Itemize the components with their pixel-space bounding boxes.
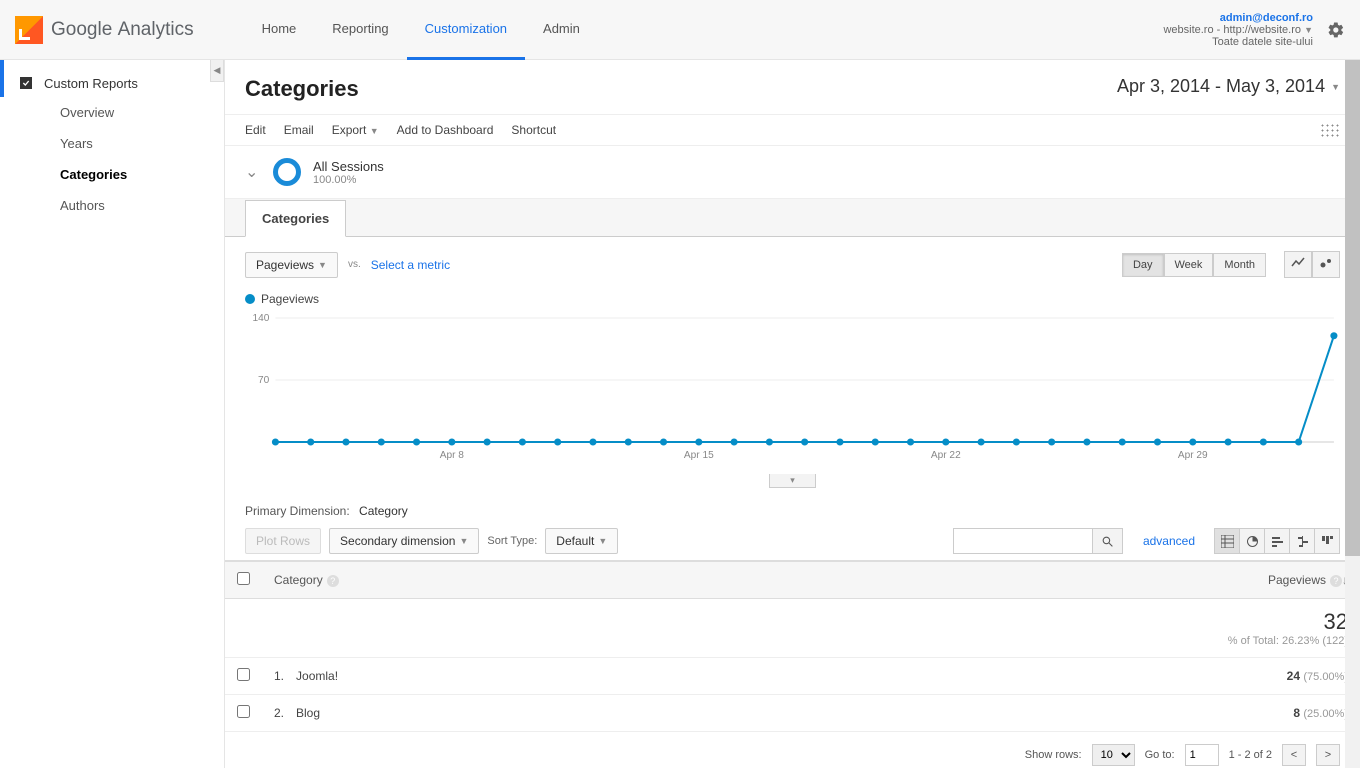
sort-type-selector[interactable]: Default ▼ (545, 528, 618, 554)
chart-type-line[interactable] (1284, 251, 1312, 278)
user-email: admin@deconf.ro (1163, 12, 1313, 24)
sidebar-item-overview[interactable]: Overview (0, 97, 224, 128)
prev-page-button[interactable]: < (1282, 744, 1306, 766)
svg-text:140: 140 (252, 313, 269, 324)
chart-type-motion[interactable] (1312, 251, 1340, 278)
sidebar-item-categories[interactable]: Categories (0, 159, 224, 190)
view-comparison-icon[interactable] (1289, 528, 1315, 554)
add-dashboard-button[interactable]: Add to Dashboard (397, 123, 494, 137)
secondary-dimension-selector[interactable]: Secondary dimension ▼ (329, 528, 479, 554)
sidebar-collapse[interactable]: ◀ (210, 60, 224, 82)
table-row: 2.Blog 8 (25.00%) (225, 695, 1360, 732)
next-page-button[interactable]: > (1316, 744, 1340, 766)
email-button[interactable]: Email (284, 123, 314, 137)
svg-text:Apr 22: Apr 22 (931, 450, 961, 461)
date-range-picker[interactable]: Apr 3, 2014 - May 3, 2014▼ (1117, 76, 1340, 97)
property-name: website.ro - http://website.ro ▼ (1163, 24, 1313, 36)
help-icon[interactable]: ? (327, 575, 339, 587)
data-table: Category? Pageviews?↓ 32 % of Total: 26.… (225, 561, 1360, 732)
sidebar: ◀ Custom Reports Overview Years Categori… (0, 60, 225, 768)
sidebar-item-authors[interactable]: Authors (0, 190, 224, 221)
segment-circle-icon (273, 158, 301, 186)
row-checkbox[interactable] (237, 668, 250, 681)
segment-name: All Sessions (313, 159, 384, 174)
segment-percent: 100.00% (313, 174, 384, 186)
view-pivot-icon[interactable] (1314, 528, 1340, 554)
segment-expand[interactable]: ⌄ (245, 162, 273, 182)
scrollbar[interactable] (1345, 60, 1360, 768)
select-all-checkbox[interactable] (237, 572, 250, 585)
shortcut-button[interactable]: Shortcut (511, 123, 556, 137)
select-metric-link[interactable]: Select a metric (371, 258, 450, 272)
show-rows-label: Show rows: (1025, 749, 1082, 761)
row-checkbox[interactable] (237, 705, 250, 718)
nav-home[interactable]: Home (244, 0, 315, 60)
main-content: Categories Apr 3, 2014 - May 3, 2014▼ Ed… (225, 60, 1360, 768)
account-info[interactable]: admin@deconf.ro website.ro - http://webs… (1163, 12, 1313, 48)
primary-dimension-value[interactable]: Category (359, 504, 408, 518)
table-row: 1.Joomla! 24 (75.00%) (225, 658, 1360, 695)
sidebar-item-years[interactable]: Years (0, 128, 224, 159)
page-range: 1 - 2 of 2 (1229, 749, 1272, 761)
row-link[interactable]: Joomla! (296, 669, 338, 683)
table-search-input[interactable] (953, 528, 1093, 554)
vs-label: vs. (348, 259, 361, 270)
view-pie-icon[interactable] (1239, 528, 1265, 554)
advanced-filter-link[interactable]: advanced (1143, 534, 1195, 548)
legend-label: Pageviews (261, 292, 319, 306)
goto-label: Go to: (1145, 749, 1175, 761)
col-header-pageviews[interactable]: Pageviews?↓ (680, 562, 1360, 599)
view-table-icon[interactable] (1214, 528, 1240, 554)
goto-page-input[interactable] (1185, 744, 1219, 766)
col-header-category[interactable]: Category? (262, 562, 680, 599)
row-link[interactable]: Blog (296, 706, 320, 720)
sidebar-section-custom-reports[interactable]: Custom Reports (0, 60, 224, 97)
nav-admin[interactable]: Admin (525, 0, 598, 60)
svg-text:Apr 15: Apr 15 (684, 450, 714, 461)
toggle-week[interactable]: Week (1164, 253, 1214, 277)
edit-button[interactable]: Edit (245, 123, 266, 137)
help-icon[interactable]: ? (1330, 575, 1342, 587)
toggle-month[interactable]: Month (1213, 253, 1266, 277)
widget-grid-icon[interactable] (1320, 123, 1340, 137)
page-title: Categories (245, 76, 359, 102)
chevron-down-icon: ▼ (1331, 82, 1340, 92)
analytics-logo-icon (15, 16, 43, 44)
primary-dimension-label: Primary Dimension: (245, 504, 350, 518)
logo: Google Analytics (15, 16, 194, 44)
line-chart: 70 140 Apr 8 Apr 15 Apr 22 Apr 29 (245, 310, 1340, 470)
nav-customization[interactable]: Customization (407, 0, 525, 60)
total-cell: 32 % of Total: 26.23% (122) (680, 599, 1360, 658)
svg-text:70: 70 (258, 375, 270, 386)
export-button[interactable]: Export ▼ (332, 123, 379, 137)
rows-per-page-select[interactable]: 10 (1092, 744, 1135, 766)
nav-reporting[interactable]: Reporting (314, 0, 406, 60)
table-search-button[interactable] (1093, 528, 1123, 554)
chart-collapse-handle[interactable]: ▾ (769, 474, 816, 488)
logo-text: Google Analytics (51, 19, 194, 41)
svg-text:Apr 29: Apr 29 (1178, 450, 1208, 461)
tab-categories[interactable]: Categories (245, 200, 346, 237)
gear-icon[interactable] (1327, 21, 1345, 39)
legend-dot-icon (245, 294, 255, 304)
sort-type-label: Sort Type: (487, 535, 537, 547)
toggle-day[interactable]: Day (1122, 253, 1164, 277)
report-icon (18, 75, 34, 91)
plot-rows-button: Plot Rows (245, 528, 321, 554)
svg-text:Apr 8: Apr 8 (440, 450, 465, 461)
search-icon (1101, 535, 1114, 548)
metric-selector[interactable]: Pageviews ▼ (245, 252, 338, 278)
view-name: Toate datele site-ului (1163, 36, 1313, 48)
view-bar-icon[interactable] (1264, 528, 1290, 554)
